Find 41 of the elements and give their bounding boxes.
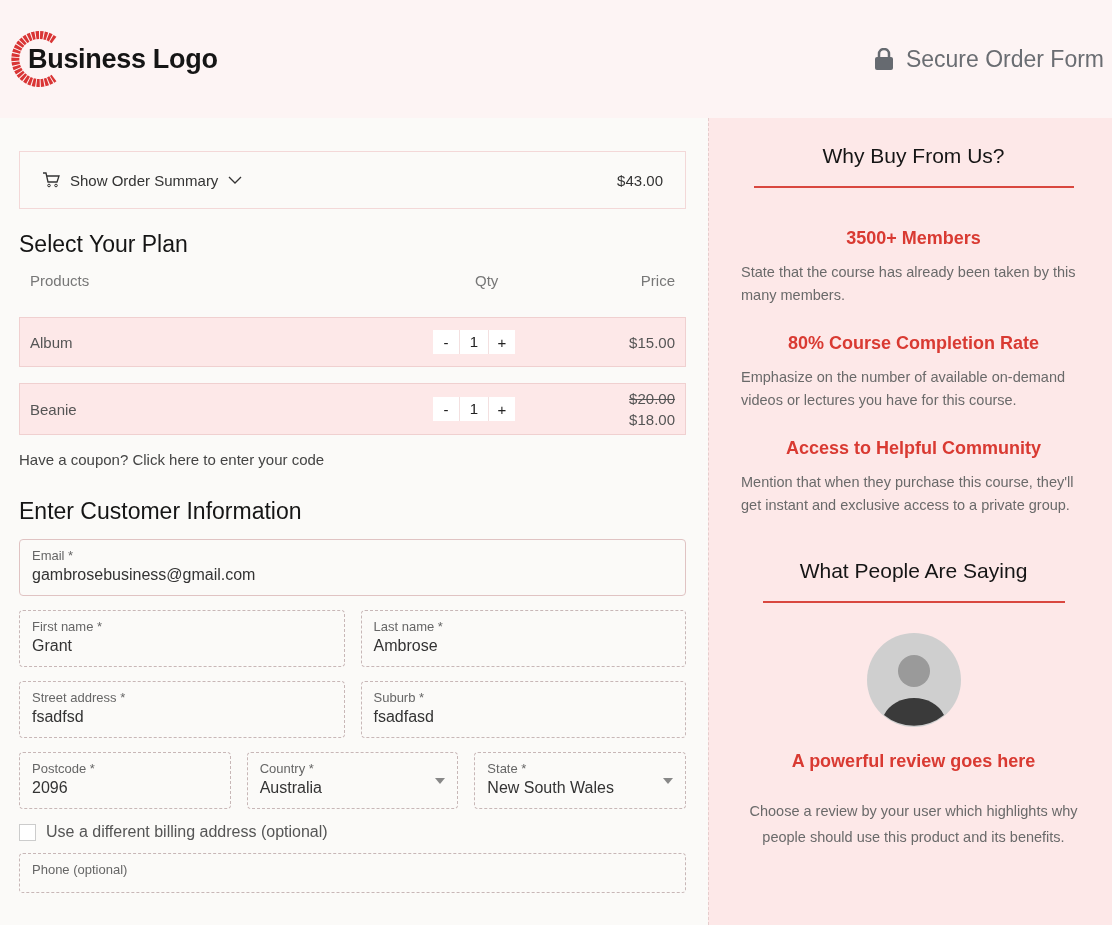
billing-label: Use a different billing address (optional)	[46, 823, 328, 841]
feature-text: Mention that when they purchase this course, they'll get instant and exclusive access to a private group.	[741, 473, 1075, 515]
phone-field[interactable]: Phone (optional)	[19, 853, 686, 893]
review-title: A powerful review goes here	[791, 751, 1036, 772]
sidebar-heading: Why Buy From Us?	[822, 144, 1005, 168]
product-price: $18.00	[629, 411, 675, 428]
column-header: Qty	[475, 272, 500, 289]
feature-title: Access to Helpful Community	[784, 438, 1042, 459]
caret-icon	[663, 778, 673, 784]
chevron-down-icon	[228, 176, 243, 184]
feature-text: Emphasize on the number of available on-demand videos or lectures you have for this course.	[741, 368, 1067, 410]
select-field[interactable]: Country * Australia	[246, 752, 459, 809]
input-field[interactable]: Last name * Ambrose	[360, 610, 686, 667]
caret-icon	[435, 778, 446, 784]
input-field[interactable]: Suburb * fsadfasd	[360, 681, 686, 738]
input-field[interactable]: First name * Grant	[19, 610, 345, 667]
feature-title: 80% Course Completion Rate	[786, 333, 1041, 354]
billing-checkbox[interactable]	[19, 823, 36, 841]
lock-icon	[873, 48, 894, 70]
review-text: Choose a review by your user which highlights why people should use this product and its benefits.	[748, 802, 1079, 847]
order-summary-toggle[interactable]: Show Order Summary $43.00	[19, 151, 686, 209]
feature-text: State that the course has already been taken by this many members.	[741, 263, 1077, 305]
original-price: $20.00	[629, 390, 675, 407]
select-field[interactable]: State * New South Wales	[474, 752, 686, 809]
cart-icon	[42, 172, 60, 188]
secure-order-label: Secure Order Form	[905, 45, 1104, 73]
avatar-icon	[866, 633, 961, 727]
input-field[interactable]: Street address * fsadfsd	[19, 681, 345, 738]
testimonial-heading: What People Are Saying	[799, 559, 1028, 583]
coupon-link[interactable]: Have a coupon? Click here to enter your code	[19, 451, 686, 468]
column-header: Products	[30, 272, 91, 289]
plan-heading: Select Your Plan	[19, 231, 189, 258]
logo-text: Business Logo	[28, 43, 218, 75]
product-name: Beanie	[30, 400, 78, 418]
input-field[interactable]: Postcode * 2096	[19, 752, 231, 809]
feature-title: 3500+ Members	[845, 228, 982, 249]
customer-heading: Enter Customer Information	[19, 498, 303, 525]
product-name: Album	[30, 333, 74, 351]
product-price: $15.00	[629, 333, 675, 351]
column-header: Price	[639, 272, 675, 289]
input-field[interactable]: Email * gambrosebusiness@gmail.com	[19, 539, 686, 596]
